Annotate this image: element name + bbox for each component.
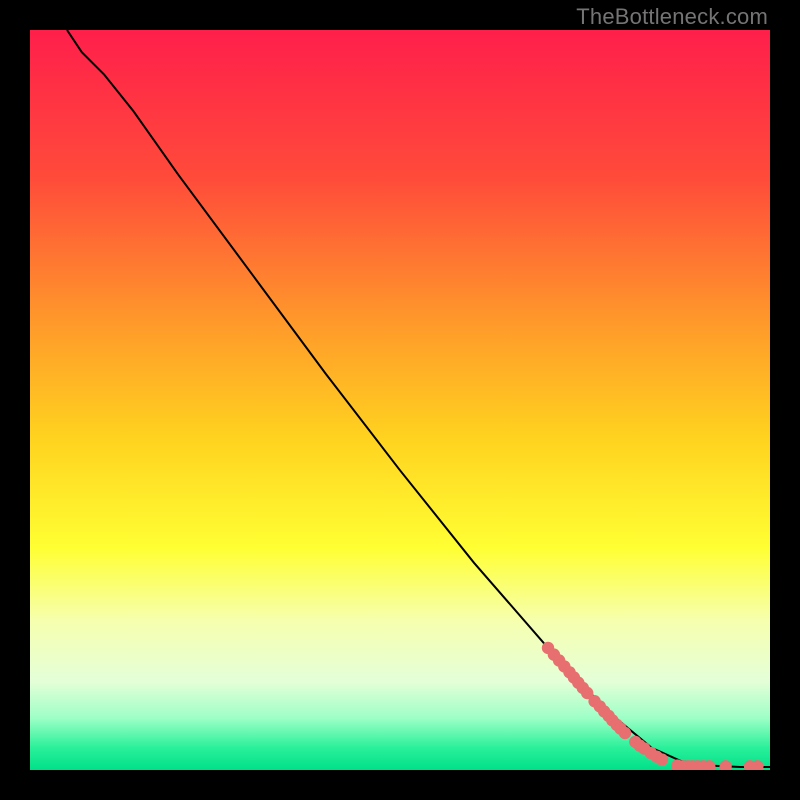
gradient-background [30,30,770,770]
chart-frame [30,30,770,770]
sample-point [656,753,668,765]
attribution-text: TheBottleneck.com [576,4,768,30]
chart-svg [30,30,770,770]
sample-point [619,727,631,739]
